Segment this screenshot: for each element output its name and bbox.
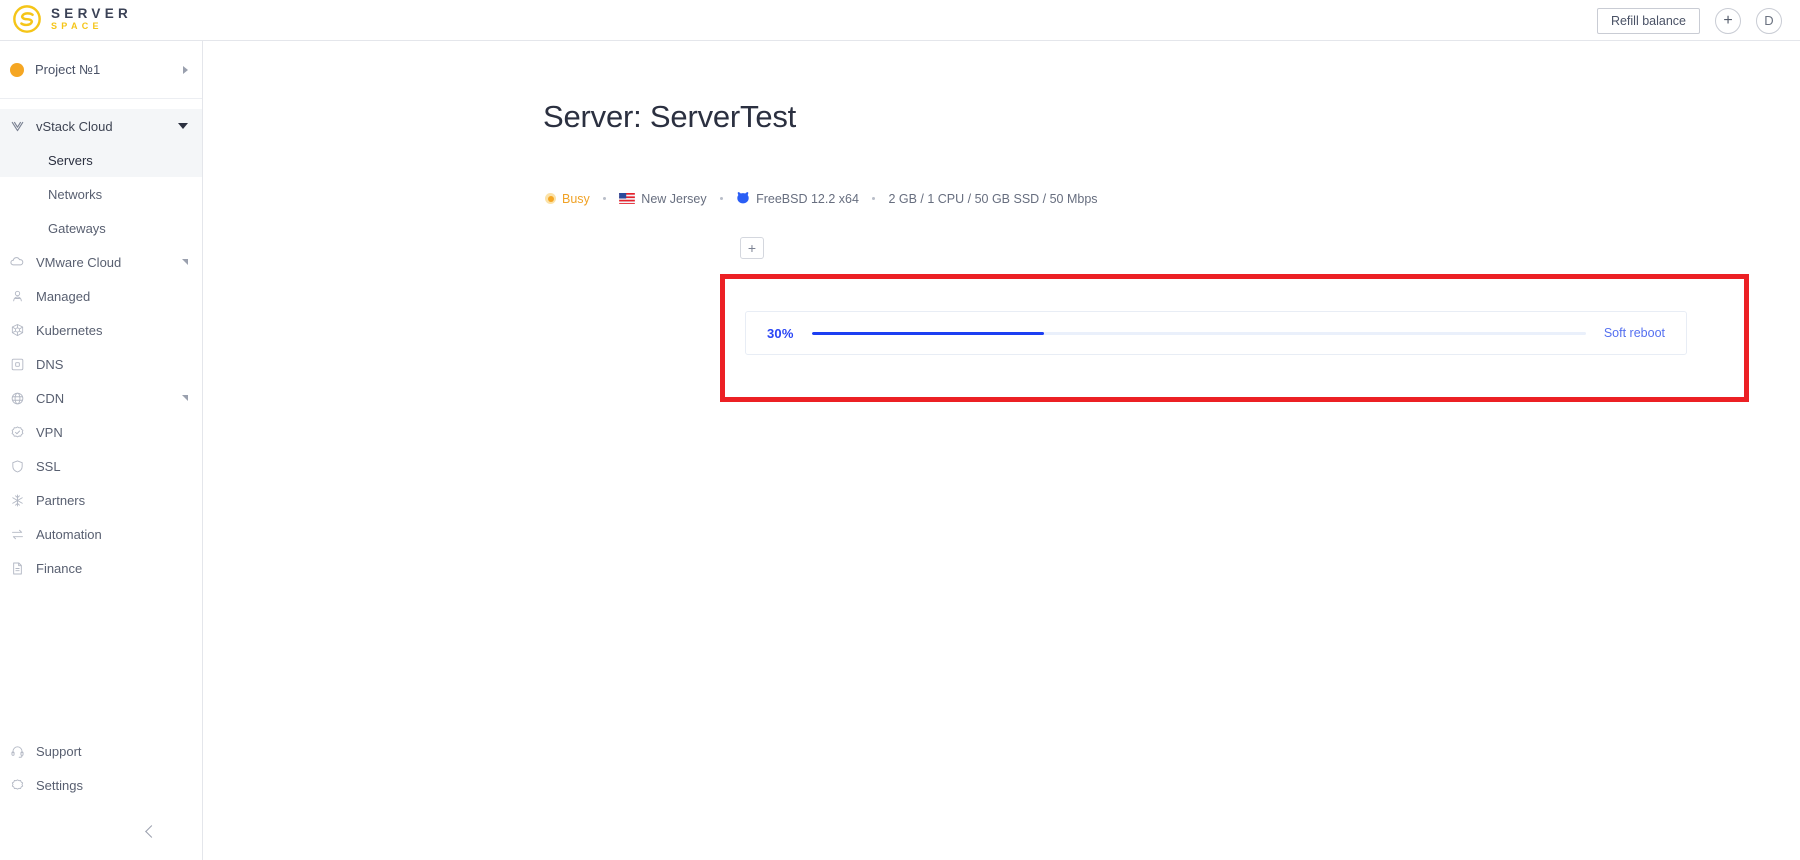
sidebar-item-support[interactable]: Support <box>0 734 202 768</box>
sidebar-item-label: Automation <box>36 526 102 542</box>
sidebar-item-label: Kubernetes <box>36 322 103 338</box>
us-flag-icon <box>619 193 636 204</box>
sidebar-item-networks[interactable]: Networks <box>0 177 202 211</box>
server-status: Busy <box>545 192 590 206</box>
reboot-progress-card: 30% Soft reboot <box>745 311 1687 355</box>
sidebar-item-label: Settings <box>36 777 83 793</box>
sidebar-nav: vStack Cloud Servers Networks Gateways V… <box>0 99 202 585</box>
sidebar-bottom-nav: Support Settings <box>0 734 202 860</box>
location-label: New Jersey <box>641 191 707 206</box>
sidebar-item-label: Servers <box>48 152 93 168</box>
sidebar-item-automation[interactable]: Automation <box>0 517 202 551</box>
specs-label: 2 GB / 1 CPU / 50 GB SSD / 50 Mbps <box>888 191 1098 206</box>
sidebar-group-label: vStack Cloud <box>36 118 113 134</box>
meta-separator-icon <box>602 196 607 201</box>
sidebar-item-label: VPN <box>36 424 63 440</box>
server-meta-row: Busy New Jersey FreeBSD 12.2 x64 2 GB / … <box>545 191 1098 206</box>
sidebar-item-settings[interactable]: Settings <box>0 768 202 802</box>
add-resource-button[interactable]: + <box>1715 7 1741 34</box>
sidebar: Project №1 vStack Cloud Servers Networks… <box>0 41 203 860</box>
vstack-cloud-icon <box>8 117 26 135</box>
sidebar-item-label: Finance <box>36 560 83 576</box>
soft-reboot-action[interactable]: Soft reboot <box>1604 326 1665 340</box>
sidebar-item-label: Support <box>36 743 82 759</box>
sidebar-item-label: Managed <box>36 288 91 304</box>
top-header: SERVER SPACE Refill balance + D <box>0 0 1800 41</box>
managed-person-icon <box>8 287 26 305</box>
os-label: FreeBSD 12.2 x64 <box>756 191 859 206</box>
gear-icon <box>8 776 26 794</box>
sidebar-item-label: Gateways <box>48 220 106 236</box>
chevron-left-icon <box>145 824 158 838</box>
cloud-icon <box>8 253 26 271</box>
vpn-badge-icon <box>8 423 26 441</box>
partners-asterisk-icon <box>8 491 26 509</box>
sidebar-item-label: DNS <box>36 356 64 372</box>
caret-small-icon <box>182 395 188 401</box>
app-root: SERVER SPACE Refill balance + D Project … <box>0 0 1800 860</box>
user-avatar[interactable]: D <box>1756 7 1782 34</box>
sidebar-item-servers[interactable]: Servers <box>0 143 202 177</box>
sidebar-item-ssl[interactable]: SSL <box>0 449 202 483</box>
networks-spacer-icon <box>20 185 38 203</box>
sidebar-collapse-button[interactable] <box>0 802 202 860</box>
progress-bar-track <box>811 331 1586 335</box>
sidebar-item-managed[interactable]: Managed <box>0 279 202 313</box>
sidebar-item-partners[interactable]: Partners <box>0 483 202 517</box>
globe-icon <box>8 389 26 407</box>
sidebar-item-kubernetes[interactable]: Kubernetes <box>0 313 202 347</box>
server-location: New Jersey <box>619 191 707 206</box>
server-os: FreeBSD 12.2 x64 <box>736 191 859 206</box>
refill-balance-button[interactable]: Refill balance <box>1596 7 1700 34</box>
project-label: Project №1 <box>35 62 101 77</box>
status-dot-busy-icon <box>545 193 556 204</box>
freebsd-daemon-icon <box>737 192 749 204</box>
project-selector[interactable]: Project №1 <box>0 41 202 99</box>
brand-name-secondary: SPACE <box>51 21 103 32</box>
progress-percent-label: 30% <box>767 325 794 341</box>
sidebar-item-gateways[interactable]: Gateways <box>0 211 202 245</box>
sidebar-item-finance[interactable]: Finance <box>0 551 202 585</box>
brand-logo[interactable]: SERVER SPACE <box>12 4 132 34</box>
sidebar-item-label: CDN <box>36 390 65 406</box>
sidebar-item-cdn[interactable]: CDN <box>0 381 202 415</box>
progress-bar-fill <box>811 331 1044 335</box>
project-dot-icon <box>10 62 24 77</box>
sidebar-item-vmware-cloud[interactable]: VMware Cloud <box>0 245 202 279</box>
automation-arrows-icon <box>8 525 26 543</box>
servers-spacer-icon <box>20 151 38 169</box>
caret-small-icon <box>182 259 188 265</box>
kubernetes-helm-icon <box>8 321 26 339</box>
caret-right-icon <box>183 65 188 74</box>
sidebar-item-dns[interactable]: DNS <box>0 347 202 381</box>
sidebar-item-label: VMware Cloud <box>36 254 122 270</box>
dns-square-icon <box>8 355 26 373</box>
brand-name-primary: SERVER <box>51 5 133 21</box>
sidebar-group-vstack-cloud[interactable]: vStack Cloud <box>0 109 202 143</box>
finance-document-icon <box>8 559 26 577</box>
meta-separator-icon <box>871 196 876 201</box>
serverspace-s-logo-icon <box>13 5 41 33</box>
gateways-spacer-icon <box>20 219 38 237</box>
header-actions: Refill balance + D <box>1596 0 1782 41</box>
sidebar-item-label: SSL <box>36 458 61 474</box>
add-tab-button[interactable]: + <box>740 237 764 259</box>
status-badge: Busy <box>562 191 590 206</box>
brand-logo-text: SERVER SPACE <box>51 7 132 32</box>
meta-separator-icon <box>719 196 724 201</box>
sidebar-item-label: Networks <box>48 186 103 202</box>
caret-down-icon <box>178 123 188 129</box>
main-content: Server: ServerTest Busy New Jersey FreeB… <box>204 41 1800 860</box>
shield-icon <box>8 457 26 475</box>
server-specs: 2 GB / 1 CPU / 50 GB SSD / 50 Mbps <box>888 192 1097 206</box>
status-dot-core <box>547 195 554 202</box>
sidebar-item-vpn[interactable]: VPN <box>0 415 202 449</box>
sidebar-item-label: Partners <box>36 492 86 508</box>
page-title: Server: ServerTest <box>543 99 797 134</box>
headset-icon <box>8 742 26 760</box>
